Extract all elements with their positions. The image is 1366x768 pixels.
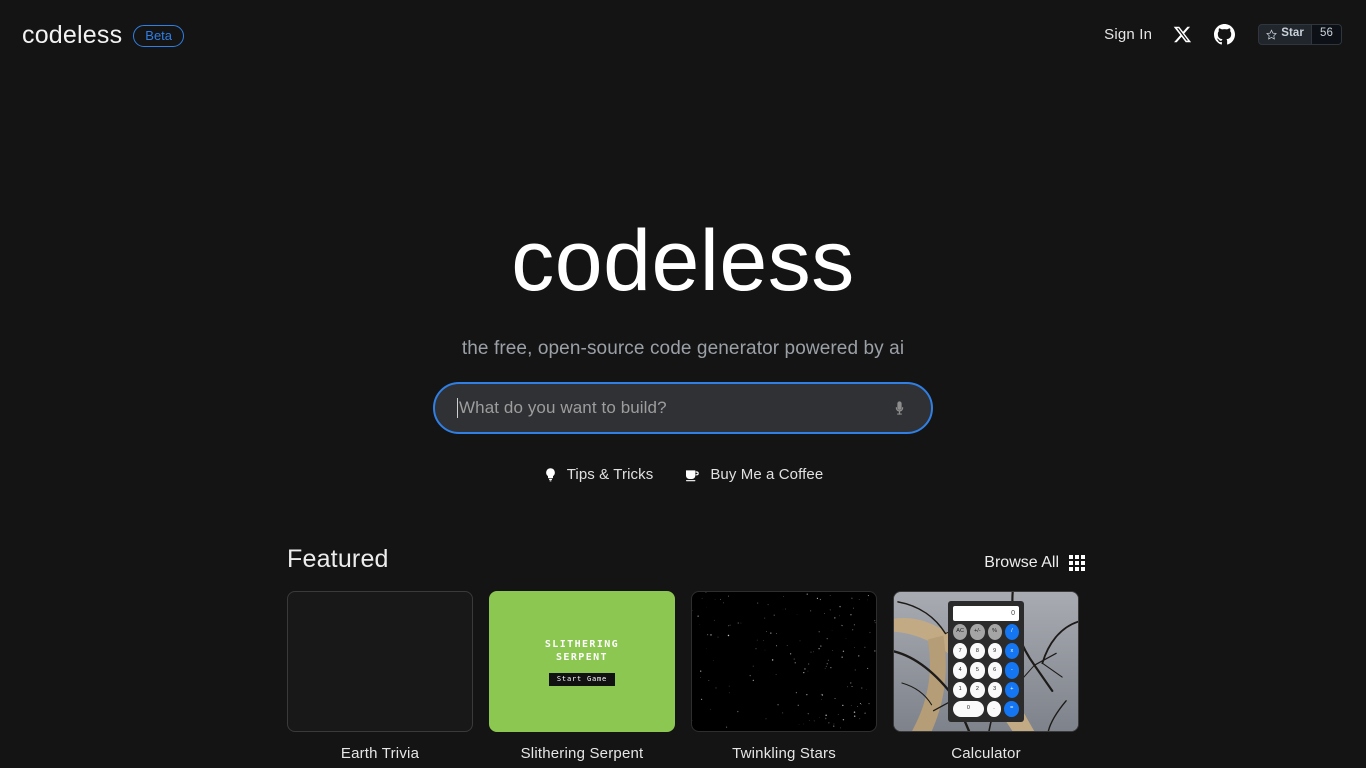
featured-card[interactable]: 0 AC +/-%/7 8 9 x 4 5 6-1 2 3 +0. = Calculator: [893, 591, 1079, 761]
github-icon[interactable]: [1212, 22, 1236, 46]
tips-and-tricks-link[interactable]: Tips & Tricks: [543, 466, 654, 483]
calculator-key[interactable]: 2: [970, 681, 985, 698]
earth-trivia-thumbnail[interactable]: [287, 591, 473, 732]
microphone-icon[interactable]: [887, 396, 911, 420]
calculator-key[interactable]: +/-: [970, 624, 985, 641]
search-input[interactable]: What do you want to build?: [433, 382, 933, 434]
featured-section: Featured Browse All Earth Trivia SLITHER…: [287, 538, 1085, 762]
snake-title: SLITHERING SERPENT: [545, 638, 619, 665]
calculator-key[interactable]: x: [1004, 643, 1019, 660]
buy-me-a-coffee-label: Buy Me a Coffee: [710, 466, 824, 483]
featured-card-label: Calculator: [951, 745, 1021, 762]
snake-title-line1: SLITHERING: [544, 638, 620, 650]
featured-cards: Earth Trivia SLITHERING SERPENT Start Ga…: [287, 591, 1079, 761]
lightbulb-icon: [545, 468, 555, 482]
hero-section: codeless the free, open-source code gene…: [0, 218, 1366, 483]
calculator-key[interactable]: %: [987, 624, 1002, 641]
slithering-serpent-thumbnail[interactable]: SLITHERING SERPENT Start Game: [489, 591, 675, 732]
featured-card[interactable]: Earth Trivia: [287, 591, 473, 761]
browse-all-button[interactable]: Browse All: [984, 555, 1085, 572]
calculator-key-row: 789x: [953, 643, 1019, 660]
calculator-key-row: 0. =: [953, 700, 1020, 718]
quick-links: Tips & Tricks Buy Me a Coffee: [543, 466, 824, 483]
calculator-thumbnail[interactable]: 0 AC +/-%/7 8 9 x 4 5 6-1 2 3 +0. =: [893, 591, 1079, 732]
featured-title: Featured: [287, 545, 389, 573]
calculator-key[interactable]: 0: [953, 700, 984, 718]
grid-3x3-icon: [1069, 555, 1085, 571]
page-subtitle: the free, open-source code generator pow…: [461, 338, 905, 359]
featured-card-label: Slithering Serpent: [520, 745, 644, 762]
page-title: codeless: [511, 213, 855, 309]
top-bar: codeless Beta Sign In Star 56: [0, 0, 1366, 72]
calculator-display: 0: [953, 606, 1019, 621]
calculator-key[interactable]: 5: [970, 662, 985, 679]
calculator-key-row: 1 2 3 +: [953, 681, 1019, 698]
calculator-key[interactable]: 6: [987, 662, 1002, 679]
beta-badge: Beta: [133, 25, 185, 47]
buy-me-a-coffee-link[interactable]: Buy Me a Coffee: [683, 466, 823, 483]
calculator-key[interactable]: 9: [987, 643, 1002, 660]
github-star-text: Star: [1281, 27, 1304, 40]
starfield-graphic: [692, 592, 876, 729]
snake-title-line2: SERPENT: [556, 652, 608, 663]
top-bar-actions: Sign In Star 56: [1104, 22, 1344, 46]
calculator-key[interactable]: -: [1004, 662, 1019, 679]
calculator-key[interactable]: 8: [970, 643, 985, 660]
start-game-button[interactable]: Start Game: [548, 672, 616, 686]
calculator-key-row: 456-: [953, 662, 1019, 679]
text-caret: [457, 398, 458, 418]
featured-card[interactable]: Twinkling Stars: [691, 591, 877, 761]
star-outline-icon: [1266, 28, 1278, 40]
calculator-widget: 0 AC +/-%/7 8 9 x 4 5 6-1 2 3 +0. =: [948, 601, 1024, 722]
twinkling-stars-thumbnail[interactable]: [691, 591, 877, 732]
browse-all-button[interactable]: Earth Trivia SLITHERING SERPENT Start Ga…: [287, 572, 1085, 762]
featured-header: Featured Browse All: [287, 538, 1085, 572]
search-placeholder: What do you want to build?: [459, 398, 667, 417]
github-star-button[interactable]: Star 56: [1258, 23, 1342, 45]
calculator-key[interactable]: .: [986, 700, 1002, 718]
calculator-key[interactable]: AC: [953, 624, 968, 641]
calculator-key[interactable]: 7: [953, 643, 968, 660]
featured-card[interactable]: SLITHERING SERPENT Start Game Slithering…: [489, 591, 675, 761]
brand-name: codeless: [22, 20, 123, 49]
calculator-key[interactable]: 4: [953, 662, 968, 679]
calculator-key[interactable]: 3: [987, 681, 1002, 698]
featured-card-label: Twinkling Stars: [732, 745, 836, 762]
calculator-keypad: AC +/-%/7 8 9 x 4 5 6-1 2 3 +0. =: [953, 624, 1020, 718]
github-star-label-segment: Star: [1259, 25, 1311, 44]
calculator-key[interactable]: /: [1004, 624, 1019, 641]
calculator-key[interactable]: +: [1004, 681, 1019, 698]
x-twitter-icon[interactable]: [1170, 22, 1194, 46]
browse-all-label: Browse All: [984, 554, 1059, 571]
brand-logo[interactable]: codeless Beta: [22, 20, 185, 50]
calculator-key-row: AC +/-% /: [953, 624, 1019, 641]
tips-and-tricks-label: Tips & Tricks: [566, 466, 654, 483]
sign-in-link[interactable]: Sign In: [1104, 26, 1152, 43]
github-star-count: 56: [1311, 24, 1341, 44]
featured-card-label: Earth Trivia: [340, 745, 420, 762]
calculator-key[interactable]: 1: [953, 681, 968, 698]
calculator-key[interactable]: =: [1004, 700, 1020, 718]
coffee-cup-icon: [686, 469, 700, 481]
